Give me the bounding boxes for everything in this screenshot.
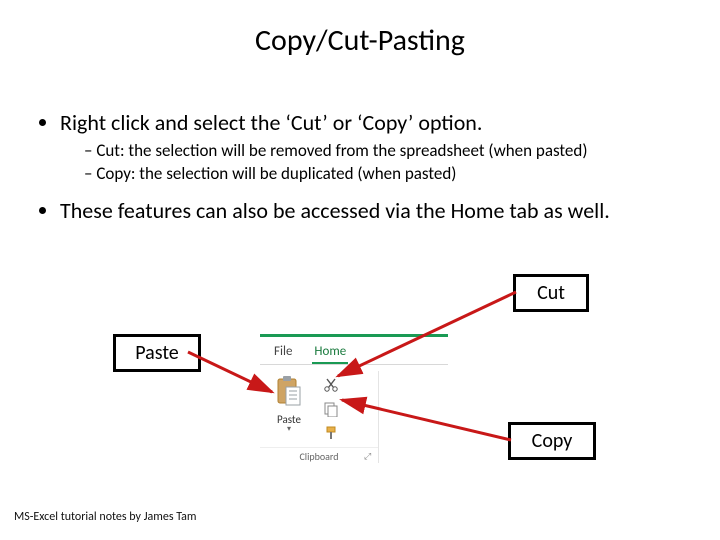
- paintbrush-icon: [323, 425, 339, 446]
- bullet-1a: Cut: the selection will be removed from …: [84, 140, 698, 163]
- excel-ribbon-screenshot: File Home Paste ▾: [260, 334, 448, 467]
- clipboard-icon: [274, 393, 304, 412]
- scissors-icon: [323, 377, 339, 398]
- body-text: Right click and select the ‘Cut’ or ‘Cop…: [38, 108, 698, 229]
- bullet-1b: Copy: the selection will be duplicated (…: [84, 163, 698, 186]
- cut-button[interactable]: [320, 377, 342, 397]
- clipboard-group: Paste ▾: [260, 371, 379, 463]
- copy-button[interactable]: [320, 401, 342, 421]
- dialog-launcher-icon[interactable]: ⤢: [364, 451, 374, 461]
- format-painter-button[interactable]: [320, 425, 342, 445]
- slide-title: Copy/Cut-Pasting: [0, 22, 720, 59]
- clipboard-small-buttons: [320, 377, 370, 449]
- slide-footer: MS-Excel tutorial notes by James Tam: [14, 510, 196, 524]
- bullet-1: Right click and select the ‘Cut’ or ‘Cop…: [60, 108, 698, 186]
- tab-home[interactable]: Home: [312, 340, 348, 364]
- slide: Copy/Cut-Pasting Right click and select …: [0, 0, 720, 540]
- clipboard-group-title: Clipboard: [260, 447, 378, 463]
- callout-cut: Cut: [513, 274, 589, 312]
- paste-button[interactable]: Paste ▾: [268, 375, 310, 432]
- paste-dropdown-arrow[interactable]: ▾: [268, 426, 310, 432]
- bullet-2: These features can also be accessed via …: [60, 196, 698, 226]
- bullet-1-text: Right click and select the ‘Cut’ or ‘Cop…: [60, 109, 482, 136]
- tab-file[interactable]: File: [272, 340, 294, 364]
- copy-icon: [323, 401, 339, 422]
- callout-copy: Copy: [508, 422, 596, 460]
- ribbon-tabs: File Home: [260, 337, 448, 365]
- callout-paste: Paste: [113, 334, 201, 372]
